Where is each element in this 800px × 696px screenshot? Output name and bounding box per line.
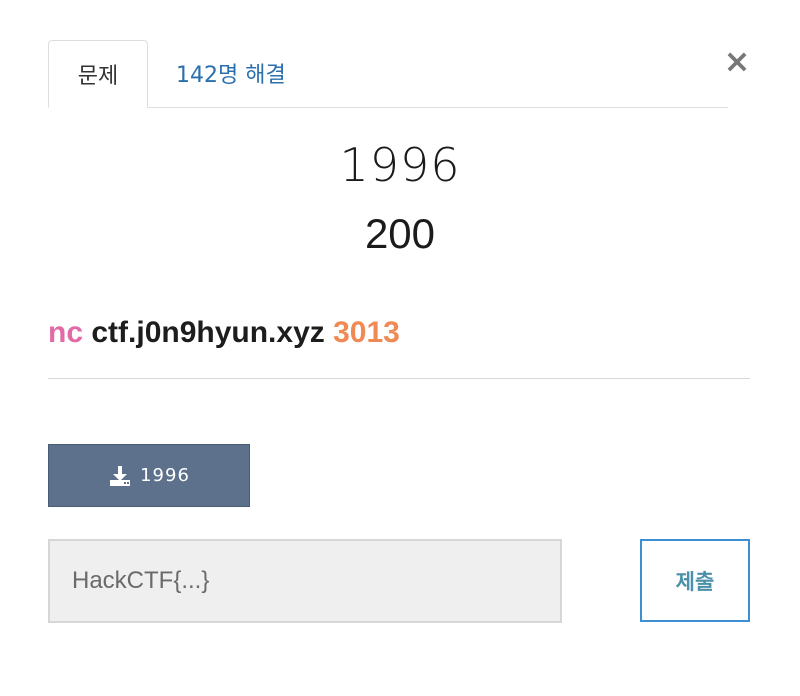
host-text: ctf.j0n9hyun.xyz (91, 316, 325, 349)
challenge-modal: 문제 142명 해결 × 1996 200 nc ctf.j0n9hyun.xy… (0, 0, 800, 696)
command-text: nc (48, 316, 84, 349)
challenge-tabs: 문제 142명 해결 (48, 40, 728, 108)
port-text: 3013 (333, 316, 400, 349)
close-icon[interactable]: × (722, 42, 752, 80)
download-button[interactable]: 1996 (48, 444, 250, 507)
tab-solves-label: 142명 해결 (176, 63, 286, 88)
download-label: 1996 (140, 465, 190, 486)
challenge-description: nc ctf.j0n9hyun.xyz 3013 (48, 316, 400, 350)
download-icon (108, 464, 132, 488)
flag-input[interactable] (48, 539, 562, 623)
tab-challenge-label: 문제 (77, 64, 119, 89)
challenge-value: 200 (364, 210, 436, 257)
submit-button[interactable]: 제출 (640, 539, 750, 622)
challenge-name: 1996 (339, 138, 461, 192)
tab-solves[interactable]: 142명 해결 (164, 40, 298, 106)
tab-challenge[interactable]: 문제 (48, 40, 148, 108)
divider (48, 378, 750, 379)
